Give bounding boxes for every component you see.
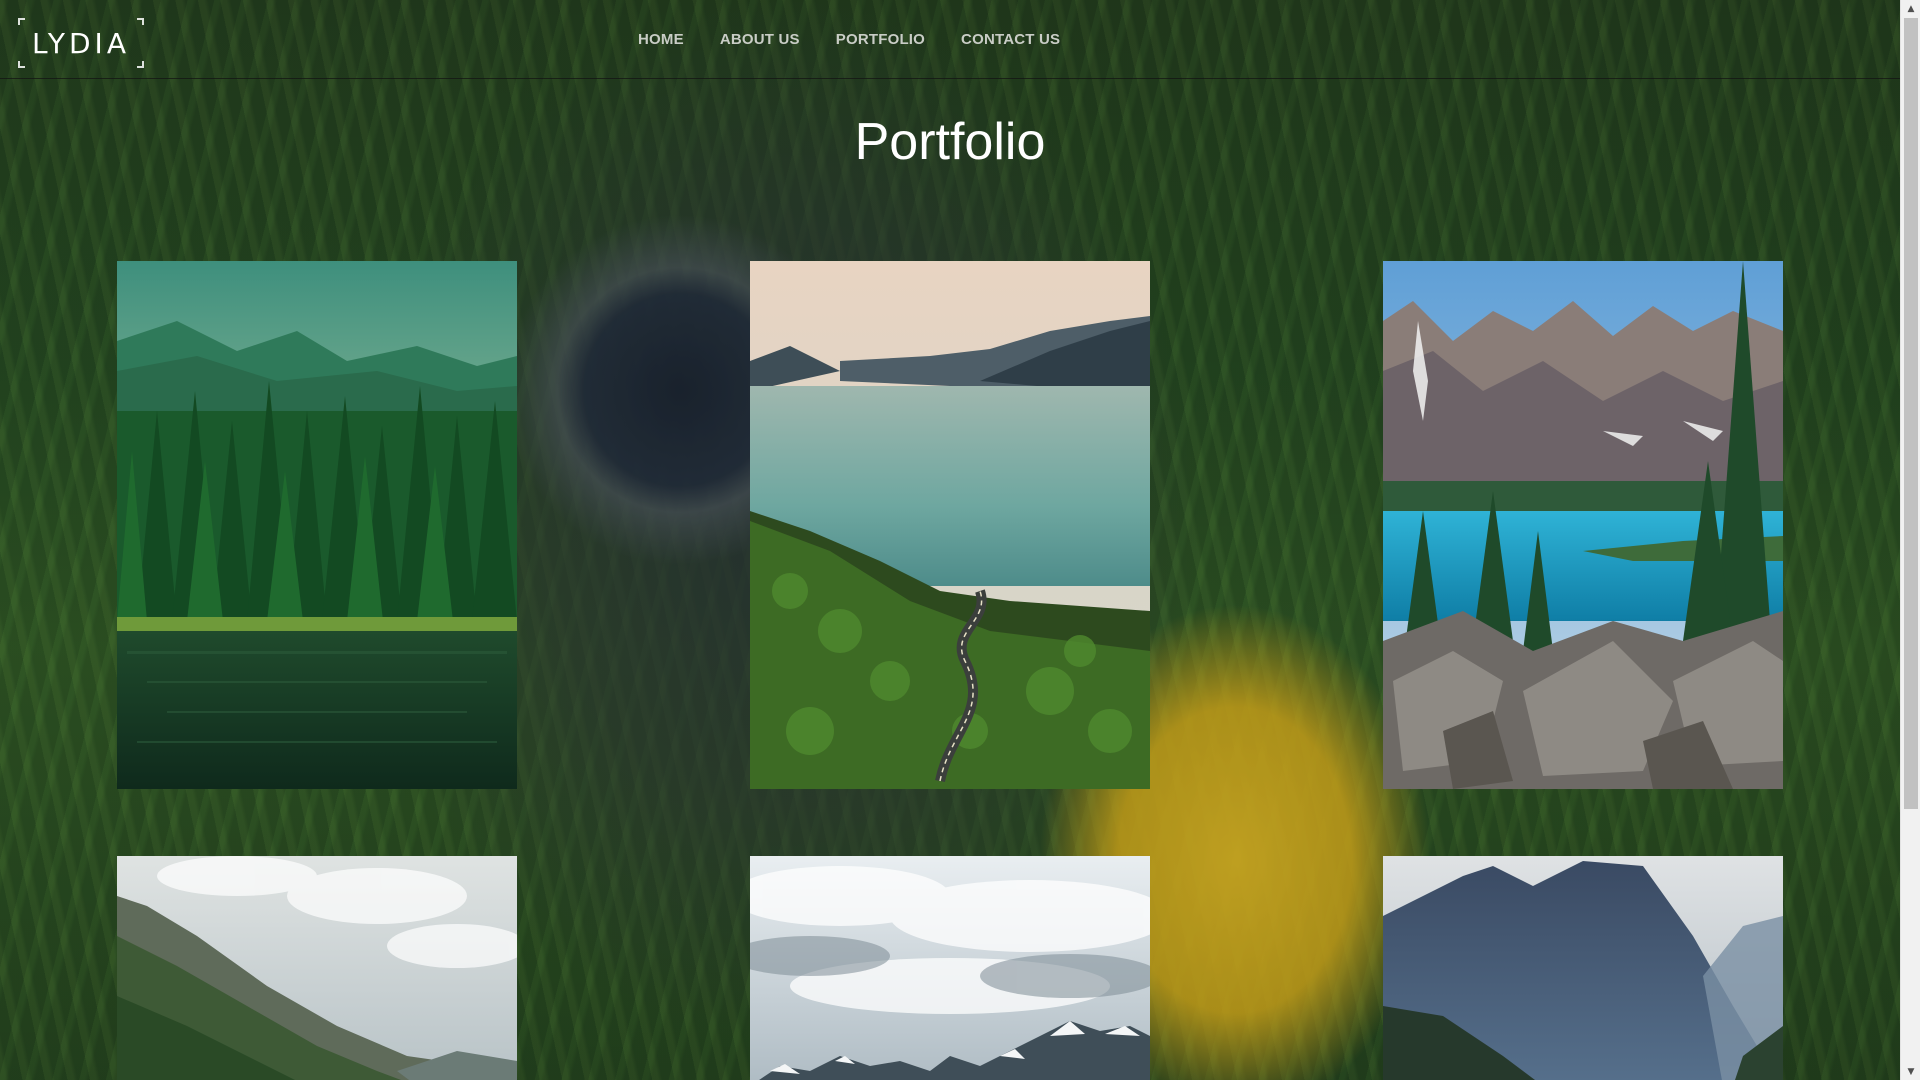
lake-road-image [750,261,1150,789]
triangle-down-icon[interactable]: ▼ [1901,1063,1920,1080]
blue-cliff-image [1383,856,1783,1080]
forest-lake-image [117,261,517,789]
portfolio-photo-forest-lake[interactable] [117,261,517,789]
portfolio-photo-mountain-slope[interactable] [117,856,517,1080]
scrollbar-thumb[interactable] [1904,18,1918,809]
portfolio-photo-snowy-peaks[interactable] [750,856,1150,1080]
mountain-lake-image [1383,261,1783,789]
portfolio-photo-mountain-lake[interactable] [1383,261,1783,789]
triangle-up-icon[interactable]: ▲ [1901,0,1920,17]
page-scrollbar[interactable]: ▲ ▼ [1900,0,1920,1080]
portfolio-photo-blue-cliff[interactable] [1383,856,1783,1080]
portfolio-gallery [0,0,1900,1080]
snowy-peaks-image [750,856,1150,1080]
mountain-slope-image [117,856,517,1080]
portfolio-photo-lake-road[interactable] [750,261,1150,789]
